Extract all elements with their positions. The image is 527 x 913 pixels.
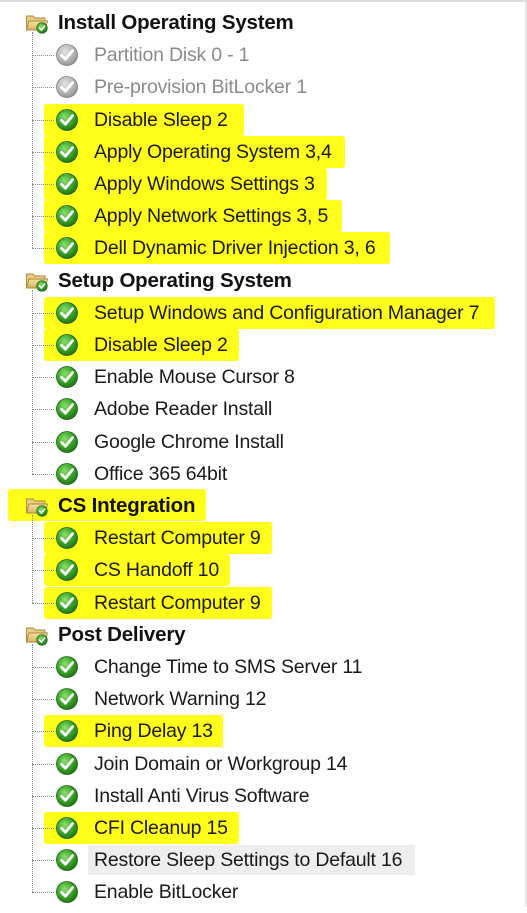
tree-group-cs-integration[interactable]: CS Integration [0,491,520,521]
folder-check-icon [25,495,49,517]
tree-item-ping-delay-13[interactable]: Ping Delay 13 [0,716,520,746]
green-check-icon [55,108,79,132]
green-check-icon [55,719,79,743]
tree-item-label: Enable Mouse Cursor 8 [94,366,295,389]
green-check-icon [55,784,79,808]
green-check-icon [55,848,79,872]
tree-item-label: Change Time to SMS Server 11 [94,656,363,678]
tree-item-apply-network-settings-3-5[interactable]: Apply Network Settings 3, 5 [0,201,520,231]
tree-item-cfi-cleanup-15[interactable]: CFI Cleanup 15 [0,813,520,843]
green-check-icon [55,558,79,582]
group-label: Install Operating System [58,11,294,34]
tree-item-label: Restart Computer 9 [94,527,261,550]
tree-connector-vertical [32,515,33,603]
tree-item-label: Restart Computer 9 [94,591,261,614]
green-check-icon [55,333,79,357]
tree-item-label: Apply Windows Settings 3 [94,173,315,195]
group-label: CS Integration [58,494,196,517]
tree-item-dell-dynamic-driver-injection-3-6[interactable]: Dell Dynamic Driver Injection 3, 6 [0,233,520,263]
tree-item-setup-windows-and-configuration-manager-7[interactable]: Setup Windows and Configuration Manager … [0,298,520,328]
tree-item-label: Adobe Reader Install [94,398,273,421]
tree-item-install-anti-virus-software[interactable]: Install Anti Virus Software [0,781,520,811]
tree-item-enable-bitlocker[interactable]: Enable BitLocker [0,877,520,907]
tree-item-office-365-64bit[interactable]: Office 365 64bit [0,459,520,489]
tree-item-restore-sleep-settings-to-default-16[interactable]: Restore Sleep Settings to Default 16 [0,845,520,875]
tree-item-network-warning-12[interactable]: Network Warning 12 [0,684,520,714]
tree-item-label: Dell Dynamic Driver Injection 3, 6 [94,237,376,260]
group-label: Setup Operating System [58,268,292,292]
green-check-icon [55,204,79,228]
tree-connector-vertical [32,32,33,249]
tree-item-label: Pre-provision BitLocker 1 [94,76,307,99]
tree-top-border [0,0,527,2]
tree-item-label: Google Chrome Install [94,430,284,453]
tree-item-change-time-to-sms-server-11[interactable]: Change Time to SMS Server 11 [0,652,520,682]
folder-check-icon [25,624,49,646]
green-check-icon [55,236,79,260]
green-check-icon [55,430,79,454]
tree-item-adobe-reader-install[interactable]: Adobe Reader Install [0,394,520,424]
green-check-icon [55,397,79,421]
green-check-icon [55,655,79,679]
tree-item-partition-disk-0-1[interactable]: Partition Disk 0 - 1 [0,40,520,70]
tree-item-restart-computer-9[interactable]: Restart Computer 9 [0,523,520,553]
tree-item-label: Join Domain or Workgroup 14 [94,752,348,775]
green-check-icon [55,687,79,711]
tree-item-apply-operating-system-3-4[interactable]: Apply Operating System 3,4 [0,137,520,167]
green-check-icon [55,591,79,615]
tree-item-enable-mouse-cursor-8[interactable]: Enable Mouse Cursor 8 [0,362,520,392]
tree-group-install-operating-system[interactable]: Install Operating System [0,8,520,38]
green-check-icon [55,816,79,840]
green-check-icon [55,301,79,325]
tree-connector-vertical [32,289,33,474]
tree-group-post-delivery[interactable]: Post Delivery [0,620,520,650]
group-label: Post Delivery [58,622,186,646]
tree-item-label: Partition Disk 0 - 1 [94,44,250,67]
tree-item-label: Office 365 64bit [94,462,228,485]
tree-item-label: Disable Sleep 2 [94,108,228,131]
tree-item-disable-sleep-2[interactable]: Disable Sleep 2 [0,105,520,135]
tree-item-label: CS Handoff 10 [94,559,219,582]
green-check-icon [55,172,79,196]
task-sequence-tree: Install Operating System Partition Disk 0… [0,0,527,907]
tree-item-label: Disable Sleep 2 [94,334,228,356]
green-check-icon [55,365,79,389]
tree-item-label: CFI Cleanup 15 [94,817,228,839]
green-check-icon [55,752,79,776]
tree-item-label: Setup Windows and Configuration Manager … [94,301,480,324]
tree-item-label: Apply Network Settings 3, 5 [94,205,329,228]
tree-item-restart-computer-9[interactable]: Restart Computer 9 [0,588,520,618]
green-check-icon [55,140,79,164]
tree-item-label: Apply Operating System 3,4 [94,140,332,163]
tree-item-google-chrome-install[interactable]: Google Chrome Install [0,427,520,457]
gray-check-icon [55,43,79,67]
tree-item-label: Restore Sleep Settings to Default 16 [94,849,403,872]
tree-group-setup-operating-system[interactable]: Setup Operating System [0,266,520,296]
green-check-icon [55,462,79,486]
gray-check-icon [55,75,79,99]
tree-item-cs-handoff-10[interactable]: CS Handoff 10 [0,555,520,585]
tree-item-label: Install Anti Virus Software [94,784,310,807]
green-check-icon [55,880,79,904]
tree-item-label: Network Warning 12 [94,688,267,711]
green-check-icon [55,526,79,550]
tree-item-apply-windows-settings-3[interactable]: Apply Windows Settings 3 [0,169,520,199]
tree-item-disable-sleep-2[interactable]: Disable Sleep 2 [0,330,520,360]
tree-item-label: Enable BitLocker [94,881,239,904]
tree-connector-vertical [32,643,33,893]
tree-item-join-domain-or-workgroup-14[interactable]: Join Domain or Workgroup 14 [0,749,520,779]
tree-item-pre-provision-bitlocker-1[interactable]: Pre-provision BitLocker 1 [0,72,520,102]
folder-check-icon [25,12,49,34]
tree-item-label: Ping Delay 13 [94,720,213,743]
folder-check-icon [25,270,49,292]
